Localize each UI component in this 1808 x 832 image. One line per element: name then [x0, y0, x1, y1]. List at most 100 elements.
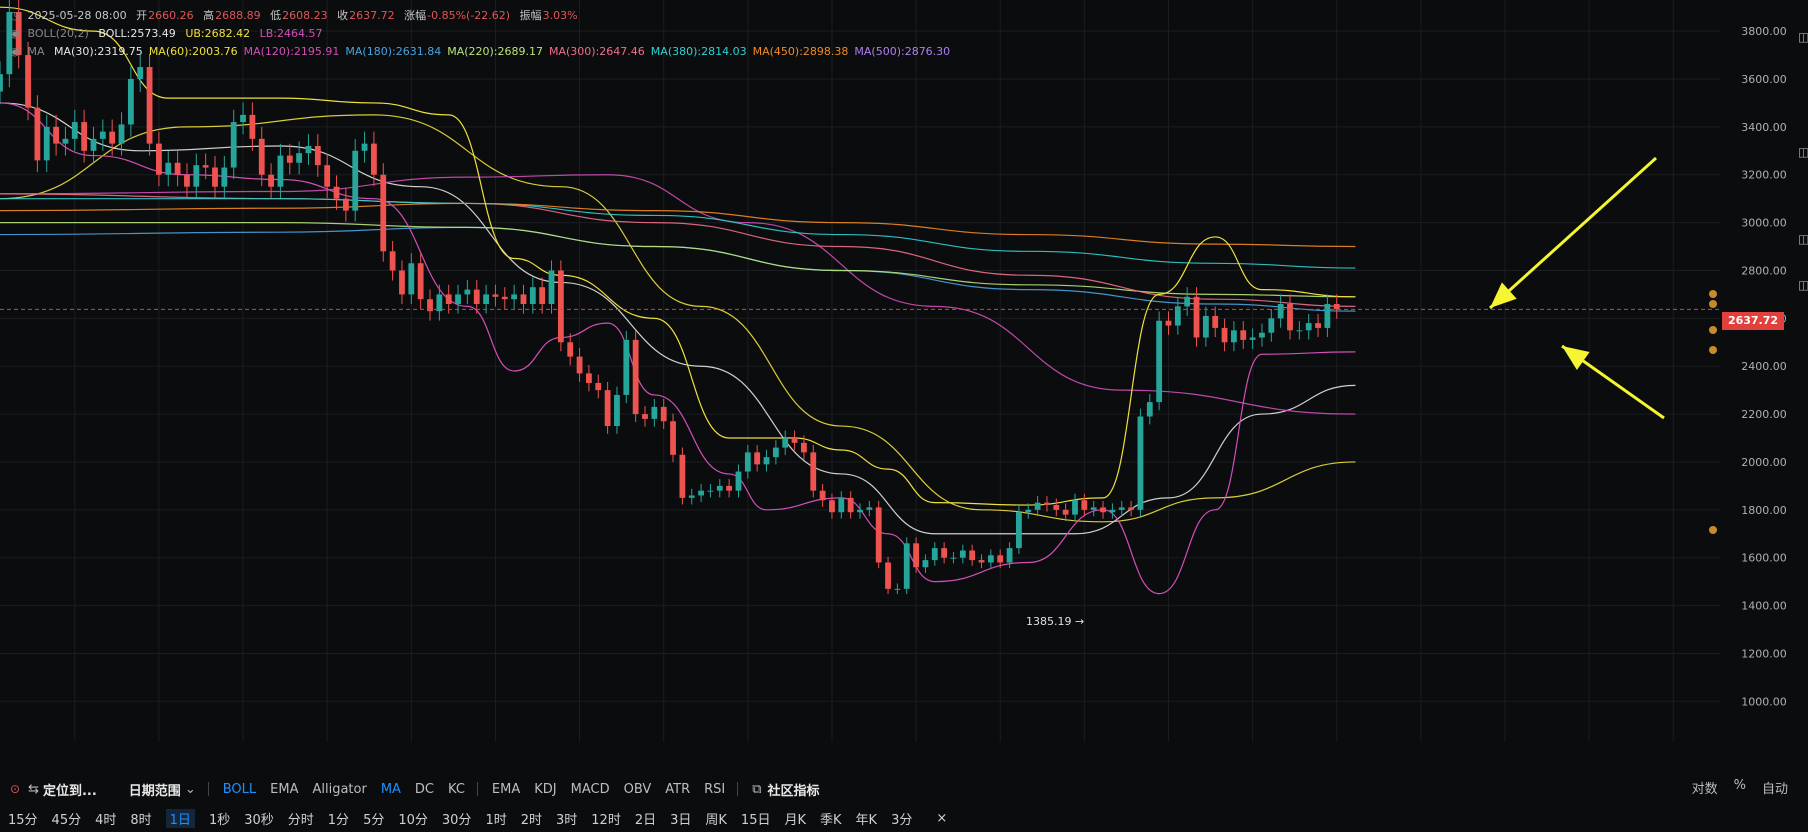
candle-body	[352, 150, 359, 211]
timeframe-21[interactable]: 季K	[820, 809, 842, 828]
record-icon[interactable]: ⊙	[10, 782, 20, 796]
candle-body	[557, 270, 564, 343]
boll-upper-line	[0, 6, 1356, 506]
candle-body	[829, 500, 835, 513]
candlestick-chart[interactable]: 1000.00 1200.00 1400.00 1600.00 1800.00 2000.…	[0, 0, 1808, 750]
event-marker[interactable]	[1709, 526, 1717, 534]
chevron-down-icon[interactable]: ⌄	[185, 782, 196, 797]
sub-indicators: EMA KDJ MACD OBV ATR RSI	[478, 782, 725, 797]
percent-scale-button[interactable]: %	[1734, 778, 1746, 797]
sub-indicator-rsi[interactable]: RSI	[704, 782, 725, 797]
candle-body	[950, 557, 957, 559]
timeframe-0[interactable]: 15分	[8, 809, 38, 828]
legend-change: -0.85%(-22.62)	[427, 9, 511, 22]
timeframe-16[interactable]: 2日	[635, 809, 656, 828]
timeframe-10[interactable]: 10分	[398, 809, 428, 828]
locate-icon[interactable]: ⇆	[28, 782, 39, 797]
date-range-button[interactable]: 日期范围	[129, 780, 181, 799]
legend-open-label: 开	[136, 9, 148, 22]
event-marker[interactable]	[1709, 326, 1717, 334]
candle-body	[118, 124, 125, 144]
candle-body	[716, 485, 723, 491]
toggle-icon[interactable]: ◫	[1798, 145, 1808, 159]
chart-canvas[interactable]: 1000.00 1200.00 1400.00 1600.00 1800.00 2000.…	[0, 0, 1808, 750]
event-marker[interactable]	[1709, 300, 1717, 308]
ma-legend-item: MA(120):2195.91	[243, 45, 340, 58]
legend-change-label: 涨幅	[404, 9, 427, 22]
candle-body	[913, 543, 919, 568]
toggle-icon[interactable]: ◫	[1798, 278, 1808, 292]
indicator-kc[interactable]: KC	[448, 782, 465, 797]
sub-indicator-kdj[interactable]: KDJ	[534, 782, 556, 797]
candle-body	[586, 373, 592, 383]
candle-body	[258, 138, 265, 175]
boll-value: BOLL:2573.49	[98, 27, 176, 40]
indicator-ma[interactable]: MA	[381, 782, 401, 797]
candle-body	[1128, 507, 1134, 510]
candle-body	[670, 421, 676, 455]
candle-body	[1109, 509, 1116, 513]
eye-icon[interactable]: ◉	[10, 44, 20, 60]
candle-body	[987, 555, 994, 563]
toggle-icon[interactable]: ◫	[1798, 30, 1808, 44]
timeframe-18[interactable]: 周K	[705, 809, 727, 828]
timeframe-8[interactable]: 1分	[328, 809, 349, 828]
timeframe-3[interactable]: 8时	[130, 809, 151, 828]
timeframe-11[interactable]: 30分	[442, 809, 472, 828]
indicator-dc[interactable]: DC	[415, 782, 434, 797]
sub-indicator-ema[interactable]: EMA	[492, 782, 520, 797]
candle-body	[744, 452, 751, 472]
legend-high-label: 高	[203, 9, 215, 22]
candle-body	[1053, 505, 1060, 510]
candle-body	[698, 490, 704, 496]
timeframe-19[interactable]: 15日	[741, 809, 771, 828]
candle-body	[1072, 500, 1078, 515]
timeframe-2[interactable]: 4时	[95, 809, 116, 828]
timeframe-15[interactable]: 12时	[591, 809, 621, 828]
event-marker[interactable]	[1709, 346, 1717, 354]
candle-body	[632, 339, 639, 415]
timeframe-12[interactable]: 1时	[485, 809, 506, 828]
indicator-boll[interactable]: BOLL	[223, 782, 256, 797]
y-tick-label: 3200.00	[1741, 169, 1787, 182]
locate-button[interactable]: 定位到...	[43, 780, 97, 799]
candle-body	[922, 560, 929, 568]
community-icon[interactable]: ⧉	[752, 782, 761, 797]
auto-scale-button[interactable]: 自动	[1762, 778, 1788, 797]
timeframe-7[interactable]: 分时	[288, 809, 314, 828]
y-tick-label: 3400.00	[1741, 121, 1787, 134]
ma-line-4	[0, 221, 1356, 298]
sub-indicator-atr[interactable]: ATR	[665, 782, 690, 797]
timeframe-5[interactable]: 1秒	[209, 809, 230, 828]
timeframe-20[interactable]: 月K	[784, 809, 806, 828]
y-tick-label: 1800.00	[1741, 504, 1787, 517]
y-tick-label: 1200.00	[1741, 647, 1787, 660]
candle-body	[417, 263, 424, 300]
timeframe-23[interactable]: 3分	[891, 809, 912, 828]
timeframe-22[interactable]: 年K	[856, 809, 878, 828]
legend-low-label: 低	[270, 9, 282, 22]
timeframe-list: 15分 45分 4时 8时 1日 1秒 30秒 分时 1分 5分 10分 30分 1时 2时 3时 12时 2日…	[0, 808, 918, 828]
timeframe-14[interactable]: 3时	[556, 809, 577, 828]
event-marker[interactable]	[1709, 290, 1717, 298]
indicator-alligator[interactable]: Alligator	[312, 782, 366, 797]
candle-body	[34, 107, 41, 161]
candle-body	[894, 588, 901, 590]
candle-body	[127, 78, 134, 125]
timeframe-1[interactable]: 45分	[52, 809, 82, 828]
indicator-ema[interactable]: EMA	[270, 782, 298, 797]
timeframe-17[interactable]: 3日	[670, 809, 691, 828]
sub-indicator-macd[interactable]: MACD	[571, 782, 610, 797]
timeframe-9[interactable]: 5分	[363, 809, 384, 828]
eye-icon[interactable]: ◉	[10, 26, 20, 42]
timeframe-4[interactable]: 1日	[165, 808, 195, 828]
timeframe-13[interactable]: 2时	[521, 809, 542, 828]
candle-body	[165, 162, 172, 175]
sub-indicator-obv[interactable]: OBV	[624, 782, 652, 797]
close-icon[interactable]: ×	[936, 811, 947, 826]
boll-lb: LB:2464.57	[259, 27, 323, 40]
timeframe-6[interactable]: 30秒	[244, 809, 274, 828]
community-indicators-button[interactable]: 社区指标	[768, 780, 820, 799]
toggle-icon[interactable]: ◫	[1798, 232, 1808, 246]
log-scale-button[interactable]: 对数	[1692, 778, 1718, 797]
